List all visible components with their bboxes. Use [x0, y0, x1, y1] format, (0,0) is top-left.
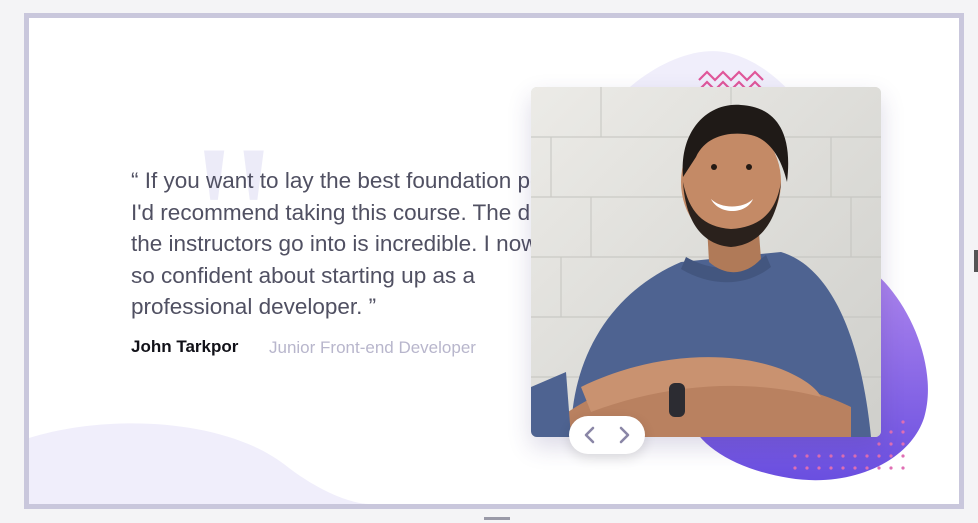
previous-button[interactable]: [577, 422, 603, 448]
author-role: Junior Front-end Developer: [269, 338, 476, 357]
chevron-right-icon: [619, 426, 630, 444]
person-illustration: [531, 87, 881, 437]
author-name: John Tarkpor: [131, 337, 239, 356]
slider-navigation: [569, 416, 645, 454]
testimonial-section: " “ If you want to lay the best foundati…: [24, 13, 964, 509]
resize-handle[interactable]: [484, 517, 510, 520]
chevron-left-icon: [584, 426, 595, 444]
author-photo: [531, 87, 881, 437]
next-button[interactable]: [611, 422, 637, 448]
scrollbar-thumb[interactable]: [974, 250, 978, 272]
